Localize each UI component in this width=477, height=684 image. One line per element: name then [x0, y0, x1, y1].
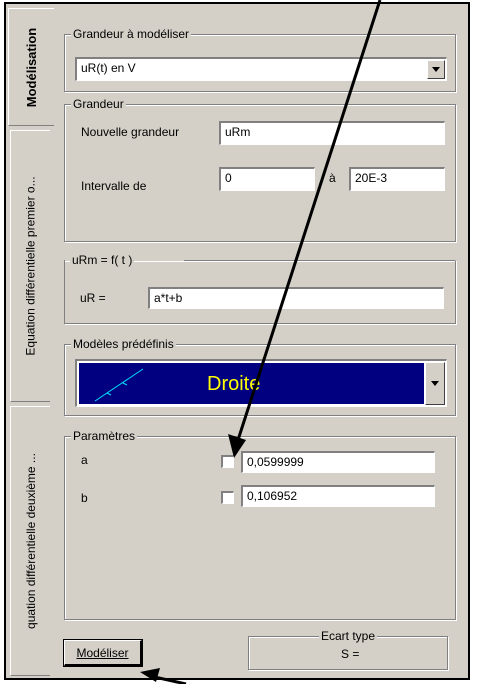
intervalle-label: Intervalle de: [81, 179, 147, 193]
ecart-type-legend: Ecart type: [319, 629, 378, 643]
expression-label: uR =: [80, 291, 106, 305]
tab-modelisation-label: Modélisation: [24, 27, 40, 107]
group-modeles-predefinis: Modèles prédéfinis Droite: [64, 337, 456, 416]
ecart-type-value: S =: [341, 647, 360, 661]
expression-divider: [184, 260, 455, 261]
intervalle-end-input[interactable]: 20E-3: [349, 167, 445, 191]
tab-equation-premier-ordre[interactable]: Equation différentielle premier o...: [10, 130, 50, 402]
intervalle-start-input[interactable]: 0: [219, 167, 315, 191]
group-grandeur-a-modeliser-legend: Grandeur à modéliser: [71, 27, 192, 41]
modele-select-highlight: Droite: [79, 363, 424, 404]
vertical-tab-strip: Modélisation Equation différentielle pre…: [6, 4, 54, 678]
chevron-down-icon: [432, 67, 440, 72]
tab-equation-deuxieme-ordre-label: quation différentielle deuxième ...: [23, 453, 38, 629]
modeliser-button[interactable]: Modéliser: [63, 639, 143, 667]
group-parametres: Paramètres a 0,0599999 b 0,106952: [64, 429, 456, 620]
modele-select-dropdown-button[interactable]: [425, 362, 445, 405]
intervalle-a-label: à: [329, 171, 336, 185]
param-a-checkbox[interactable]: [221, 455, 234, 468]
expression-input[interactable]: a*t+b: [148, 287, 444, 309]
group-grandeur-a-modeliser: Grandeur à modéliser uR(t) en V: [64, 27, 456, 92]
tab-modelisation[interactable]: Modélisation: [8, 8, 54, 126]
modeliser-button-label: Modéliser: [76, 645, 129, 660]
group-grandeur-legend: Grandeur: [71, 97, 126, 111]
expression-divider-left: [64, 260, 65, 323]
modele-select-value: Droite: [207, 373, 261, 395]
param-a-input[interactable]: 0,0599999: [241, 451, 435, 473]
param-b-input[interactable]: 0,106952: [241, 485, 435, 507]
param-b-checkbox[interactable]: [221, 491, 234, 504]
param-a-label: a: [81, 453, 88, 467]
nouvelle-grandeur-input[interactable]: uRm: [219, 121, 445, 145]
line-model-icon: [94, 368, 144, 402]
chevron-down-icon: [431, 381, 439, 386]
grandeur-select-dropdown-button[interactable]: [427, 60, 445, 79]
param-b-label: b: [81, 491, 88, 505]
group-expression-legend: uRm = f( t ): [70, 253, 135, 267]
grandeur-select[interactable]: uR(t) en V: [75, 57, 447, 81]
nouvelle-grandeur-label: Nouvelle grandeur: [81, 125, 180, 139]
modele-select[interactable]: Droite: [75, 359, 447, 407]
group-modeles-predefinis-legend: Modèles prédéfinis: [71, 337, 176, 351]
group-grandeur: Grandeur Nouvelle grandeur uRm Intervall…: [64, 97, 456, 242]
tab-equation-premier-ordre-label: Equation différentielle premier o...: [23, 176, 38, 356]
tab-equation-deuxieme-ordre[interactable]: quation différentielle deuxième ...: [10, 406, 50, 676]
group-ecart-type: Ecart type S =: [248, 629, 448, 670]
grandeur-select-value: uR(t) en V: [81, 61, 136, 75]
modeling-window: Modélisation Equation différentielle pre…: [4, 2, 470, 680]
group-parametres-legend: Paramètres: [71, 429, 138, 443]
modelisation-panel: Grandeur à modéliser uR(t) en V Grandeur…: [56, 8, 466, 676]
group-expression: uRm = f( t ) uR = a*t+b: [64, 253, 456, 324]
